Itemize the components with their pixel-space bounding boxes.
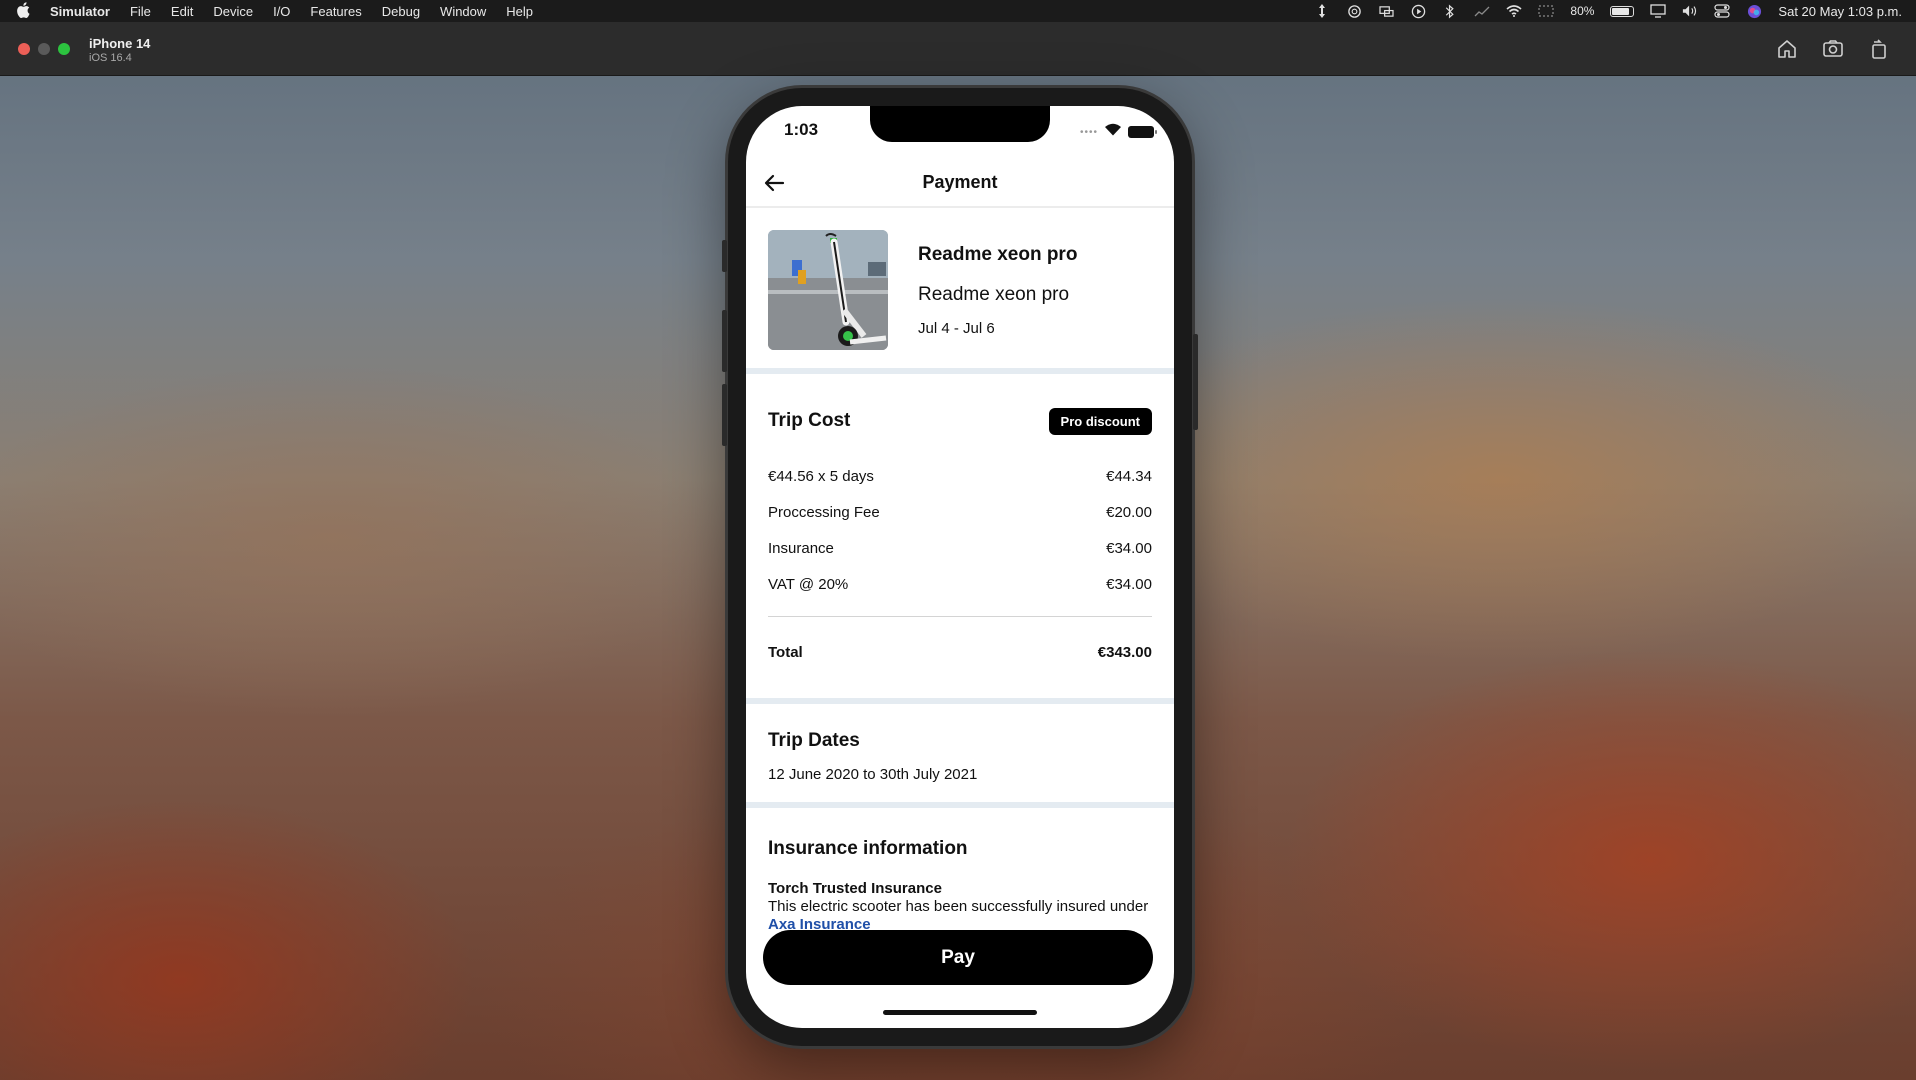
speed-icon[interactable]	[1474, 3, 1490, 19]
insurance-provider: Torch Trusted Insurance	[768, 880, 942, 897]
siri-icon[interactable]	[1746, 3, 1762, 19]
insurance-description: This electric scooter has been successfu…	[768, 898, 1158, 934]
simulator-os-version: iOS 16.4	[89, 52, 132, 64]
volume-up-button[interactable]	[722, 310, 727, 372]
menu-file[interactable]: File	[130, 4, 151, 19]
menu-help[interactable]: Help	[506, 4, 533, 19]
trip-dates-title: Trip Dates	[768, 730, 860, 751]
cost-row-label: Proccessing Fee	[768, 504, 880, 521]
navigation-bar: Payment	[746, 158, 1174, 208]
silent-switch[interactable]	[722, 240, 727, 272]
battery-percent: 80%	[1570, 4, 1595, 18]
apple-menu-icon[interactable]	[16, 1, 34, 21]
arrows-updown-icon[interactable]	[1314, 3, 1330, 19]
cost-row: Insurance €34.00	[768, 540, 1152, 560]
page-title: Payment	[922, 172, 998, 192]
screenshot-icon[interactable]	[1822, 38, 1844, 60]
insurance-title: Insurance information	[768, 838, 968, 859]
status-time: 1:03	[784, 120, 819, 139]
volume-down-button[interactable]	[722, 384, 727, 446]
macos-menu-bar: Simulator File Edit Device I/O Features …	[0, 0, 1916, 22]
menu-edit[interactable]: Edit	[171, 4, 193, 19]
scooter-image	[768, 230, 888, 350]
total-label: Total	[768, 644, 803, 661]
pro-discount-badge: Pro discount	[1048, 408, 1152, 435]
signal-dots-icon: ••••	[1079, 126, 1098, 138]
chatgpt-icon[interactable]	[1346, 3, 1362, 19]
menu-window[interactable]: Window	[440, 4, 486, 19]
insurance-text: This electric scooter has been successfu…	[768, 898, 1149, 915]
cost-row-value: €44.34	[1106, 468, 1152, 485]
wifi-icon[interactable]	[1506, 3, 1522, 19]
product-name: Readme xeon pro	[918, 244, 1078, 265]
menu-clock[interactable]: Sat 20 May 1:03 p.m.	[1778, 4, 1902, 19]
pay-button[interactable]: Pay	[763, 930, 1153, 985]
screen-icon[interactable]	[1650, 3, 1667, 19]
bluetooth-icon[interactable]	[1442, 3, 1458, 19]
insurance-section: Insurance information Torch Trusted Insu…	[746, 808, 1174, 933]
home-icon[interactable]	[1776, 38, 1798, 60]
volume-icon[interactable]	[1682, 3, 1698, 19]
trip-cost-title: Trip Cost	[768, 410, 851, 431]
cost-row-value: €34.00	[1106, 576, 1152, 593]
wifi-icon	[1104, 123, 1122, 141]
trip-cost-section: Trip Cost Pro discount €44.56 x 5 days €…	[746, 380, 1174, 704]
rotate-icon[interactable]	[1868, 38, 1890, 60]
simulator-toolbar: iPhone 14 iOS 16.4	[0, 22, 1916, 76]
cost-row: VAT @ 20% €34.00	[768, 576, 1152, 596]
display-bracket-icon[interactable]	[1538, 3, 1554, 19]
window-controls	[18, 43, 70, 55]
screen-mirror-icon[interactable]	[1378, 3, 1394, 19]
cost-row: Proccessing Fee €20.00	[768, 504, 1152, 524]
cost-row: €44.56 x 5 days €44.34	[768, 468, 1152, 488]
cost-row-label: €44.56 x 5 days	[768, 468, 874, 485]
phone-screen: 1:03 •••• Payment Readme xeon pro Readme…	[746, 106, 1174, 1028]
iphone-device: 1:03 •••• Payment Readme xeon pro Readme…	[722, 88, 1198, 1046]
total-row: Total €343.00	[768, 644, 1152, 661]
menu-device[interactable]: Device	[213, 4, 253, 19]
home-indicator[interactable]	[883, 1010, 1037, 1015]
menu-app-simulator[interactable]: Simulator	[50, 4, 110, 19]
menu-debug[interactable]: Debug	[382, 4, 420, 19]
cost-row-value: €34.00	[1106, 540, 1152, 557]
status-indicators: ••••	[1079, 123, 1157, 141]
cost-row-label: Insurance	[768, 540, 834, 557]
total-value: €343.00	[1097, 644, 1152, 661]
product-dates: Jul 4 - Jul 6	[918, 320, 995, 337]
close-window-button[interactable]	[18, 43, 30, 55]
cost-row-label: VAT @ 20%	[768, 576, 849, 593]
control-center-icon[interactable]	[1714, 3, 1731, 19]
zoom-window-button[interactable]	[58, 43, 70, 55]
cost-divider	[768, 616, 1152, 617]
battery-icon[interactable]	[1610, 5, 1635, 17]
menu-io[interactable]: I/O	[273, 4, 290, 19]
trip-dates-value: 12 June 2020 to 30th July 2021	[768, 766, 978, 783]
simulator-tools	[1776, 38, 1890, 60]
product-subtitle: Readme xeon pro	[918, 284, 1070, 305]
power-button[interactable]	[1193, 334, 1198, 430]
trip-dates-section: Trip Dates 12 June 2020 to 30th July 202…	[746, 704, 1174, 808]
cost-row-value: €20.00	[1106, 504, 1152, 521]
play-circle-icon[interactable]	[1410, 3, 1426, 19]
battery-icon	[1128, 126, 1157, 138]
simulator-device-name: iPhone 14	[89, 36, 151, 51]
product-summary: Readme xeon pro Readme xeon pro Jul 4 - …	[746, 208, 1174, 374]
menu-extras: 80% Sat 20 May 1:03 p.m.	[1314, 0, 1902, 22]
dynamic-notch	[870, 106, 1050, 142]
minimize-window-button[interactable]	[38, 43, 50, 55]
menu-features[interactable]: Features	[310, 4, 361, 19]
